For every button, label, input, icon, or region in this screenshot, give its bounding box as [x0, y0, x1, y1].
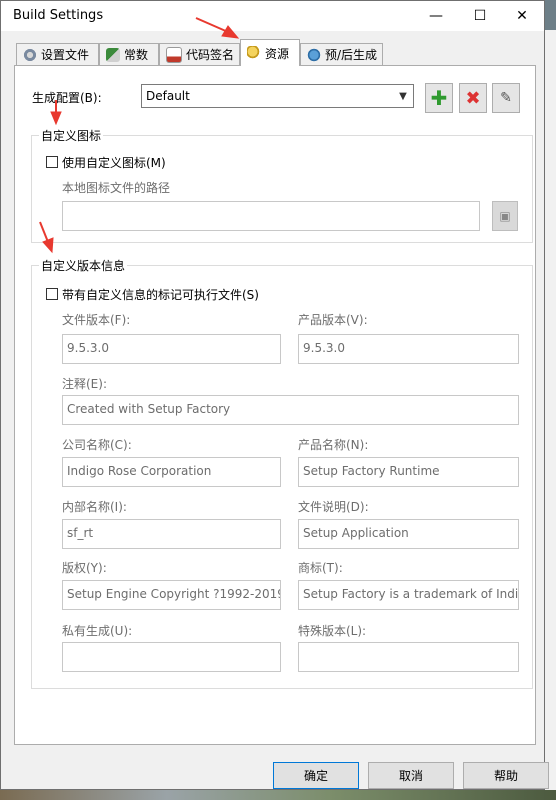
annotation-arrow [195, 17, 229, 33]
annotation-arrowhead [221, 25, 240, 39]
resources-icon [247, 46, 261, 60]
annotation-arrowhead [50, 111, 62, 126]
tab-resources[interactable]: 资源 [240, 39, 300, 66]
annotation-overlay [39, 17, 240, 254]
tab-label: 资源 [265, 46, 290, 61]
annotation-arrow [39, 221, 49, 243]
annotation-arrowhead [42, 237, 54, 254]
